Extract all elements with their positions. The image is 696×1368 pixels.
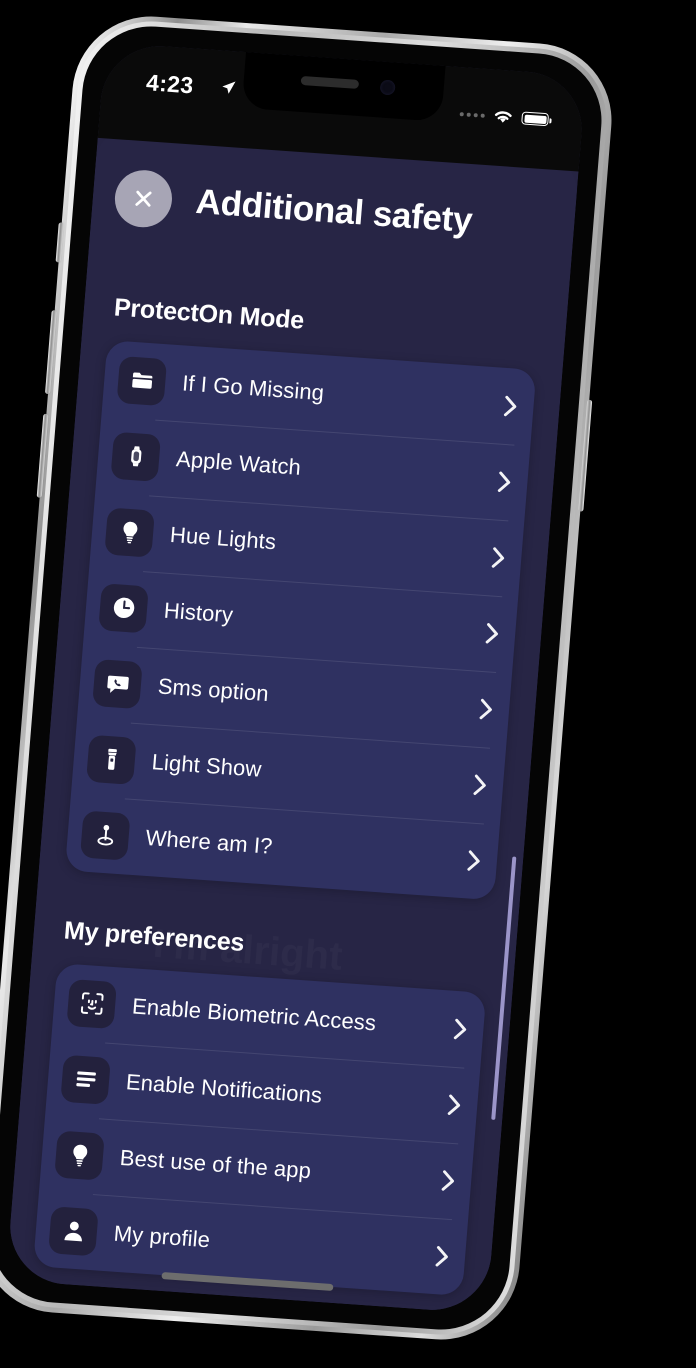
settings-card-protecton: If I Go Missing Apple Watch Hue Lights H… (64, 340, 537, 901)
close-button[interactable] (112, 167, 175, 229)
chevron-right-icon (503, 395, 517, 417)
screenshot-root: I'm alright I'm alright Additional safet… (0, 0, 696, 1368)
battery-full-icon (521, 111, 550, 127)
chevron-right-icon (441, 1170, 454, 1191)
device-screen: I'm alright I'm alright Additional safet… (5, 42, 587, 1314)
list-item-label: Sms option (156, 673, 270, 707)
flashlight-icon (86, 734, 137, 785)
chevron-right-icon (473, 774, 486, 795)
chevron-right-icon (467, 850, 480, 871)
apple-watch-icon (110, 431, 162, 482)
settings-scroll-area[interactable]: ProtectOn Mode If I Go Missing Apple Wat… (6, 246, 570, 1314)
iphone-device: I'm alright I'm alright Additional safet… (0, 11, 618, 1345)
list-item-label: Enable Notifications (125, 1069, 324, 1108)
folder-icon (116, 355, 168, 406)
status-indicators (459, 105, 550, 128)
section-heading-protecton: ProtectOn Mode (113, 293, 306, 335)
chevron-right-icon (479, 698, 492, 720)
clock-icon (98, 582, 149, 633)
list-item-label: Light Show (150, 749, 263, 782)
list-item-label: Where am I? (144, 824, 274, 859)
device-wrapper: I'm alright I'm alright Additional safet… (0, 0, 696, 1368)
list-item-label: Best use of the app (118, 1144, 313, 1184)
list-item-label: History (163, 597, 235, 628)
chevron-right-icon (435, 1246, 448, 1267)
modal-sheet: I'm alright I'm alright Additional safet… (5, 125, 580, 1314)
device-bezel: I'm alright I'm alright Additional safet… (0, 21, 607, 1335)
lightbulb-icon (104, 506, 155, 558)
chevron-right-icon (491, 547, 505, 568)
section-heading-preferences: My preferences (62, 916, 246, 957)
list-item-label: Apple Watch (175, 446, 302, 480)
signal-dots-icon (459, 111, 485, 118)
settings-card-preferences: Enable Biometric Access Enable Notificat… (32, 963, 487, 1297)
location-arrow-icon (222, 81, 236, 94)
lightbulb-icon (54, 1129, 105, 1181)
notification-lines-icon (60, 1054, 111, 1105)
chevron-right-icon (497, 471, 511, 492)
list-item-label: If I Go Missing (181, 370, 326, 406)
chevron-right-icon (447, 1094, 461, 1115)
close-x-icon (135, 190, 152, 207)
status-time: 4:23 (145, 69, 195, 99)
list-item-label: Hue Lights (169, 521, 278, 555)
face-id-icon (66, 978, 118, 1029)
location-pin-icon (79, 810, 131, 861)
list-item-label: Enable Biometric Access (131, 993, 378, 1036)
person-icon (48, 1205, 99, 1256)
wifi-icon (494, 111, 512, 123)
page-title: Additional safety (194, 181, 474, 241)
chevron-right-icon (453, 1018, 467, 1040)
sms-phone-icon (92, 658, 143, 709)
chevron-right-icon (485, 623, 499, 644)
list-item-label: My profile (112, 1220, 212, 1253)
app-root: I'm alright I'm alright Additional safet… (5, 42, 587, 1314)
